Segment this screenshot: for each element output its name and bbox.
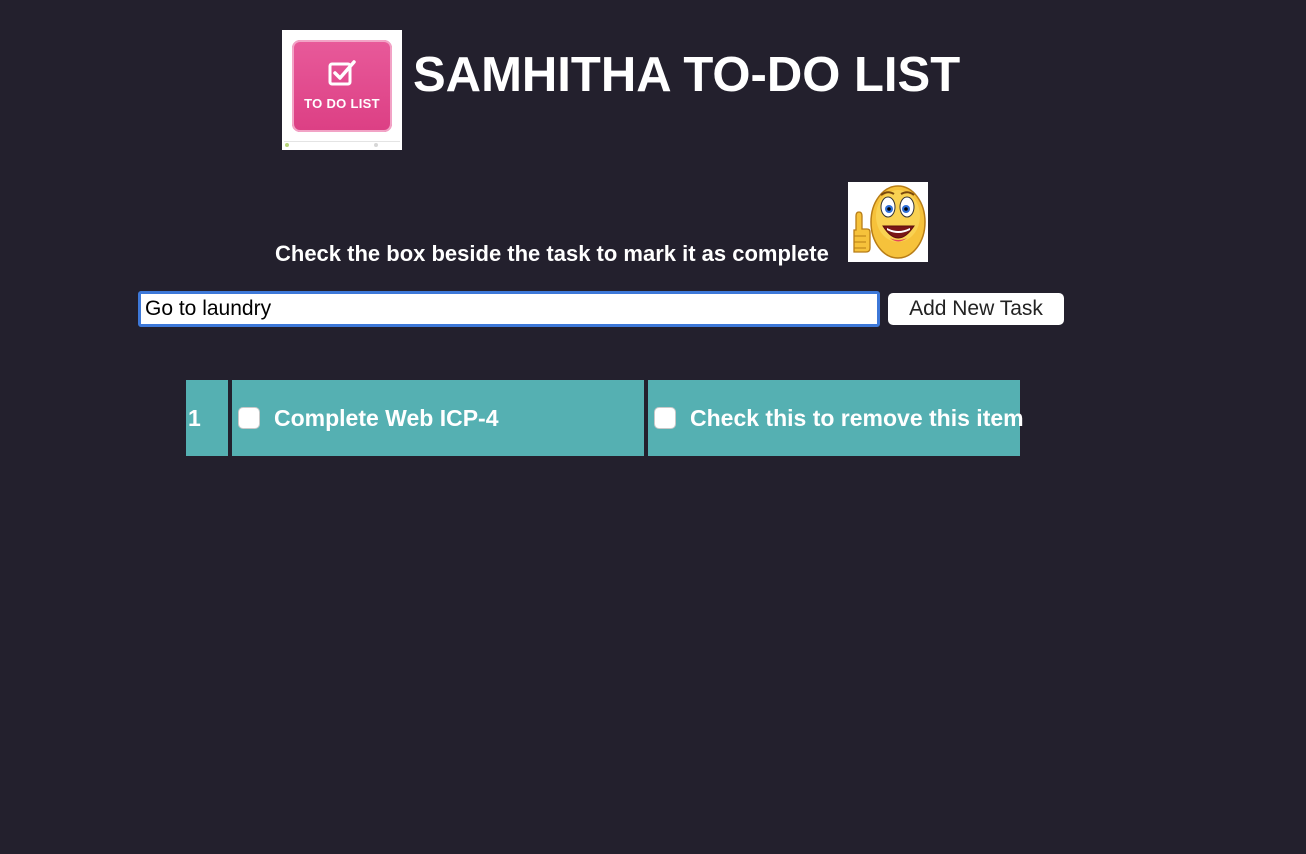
remove-cell: Check this to remove this item [648, 380, 1024, 456]
add-new-task-button[interactable]: Add New Task [888, 293, 1064, 325]
logo-text: TO DO LIST [304, 96, 380, 111]
instruction-text: Check the box beside the task to mark it… [275, 241, 829, 266]
remove-label: Check this to remove this item [690, 404, 1024, 431]
task-list: 1 Complete Web ICP-4 Check this to remov… [186, 380, 1024, 456]
task-index: 1 [186, 380, 228, 456]
remove-task-checkbox[interactable] [654, 407, 676, 429]
task-label: Complete Web ICP-4 [274, 404, 499, 431]
logo-tile: TO DO LIST [292, 40, 392, 132]
complete-task-checkbox[interactable] [238, 407, 260, 429]
checkbox-check-icon [328, 60, 356, 86]
page-title: SAMHITHA TO-DO LIST [413, 48, 961, 102]
new-task-input[interactable] [138, 291, 880, 327]
logo-footer [284, 141, 400, 148]
thumbs-up-smiley-icon [848, 182, 928, 262]
todo-list-logo: TO DO LIST [282, 30, 402, 150]
task-cell: Complete Web ICP-4 [232, 380, 644, 456]
